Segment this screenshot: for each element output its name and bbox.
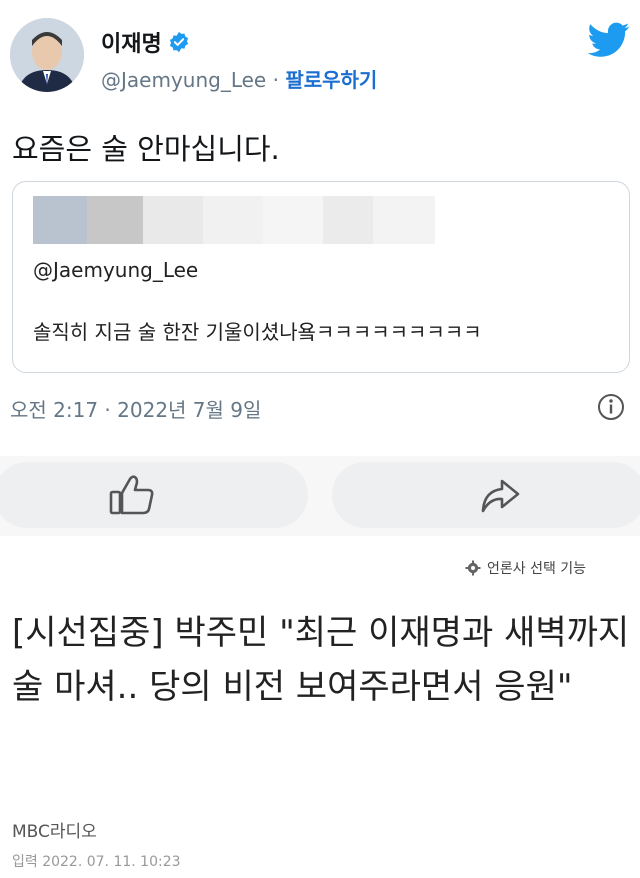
news-published-date: 입력 2022. 07. 11. 10:23 (12, 854, 181, 870)
tweet-timestamp[interactable]: 오전 2:17 · 2022년 7월 9일 (10, 394, 261, 423)
share-arrow-icon (481, 479, 520, 513)
quoted-handle: @Jaemyung_Lee (33, 258, 199, 282)
follow-button[interactable]: 팔로우하기 (285, 68, 377, 92)
author-handle[interactable]: @Jaemyung_Lee (101, 68, 266, 92)
news-headline[interactable]: [시선집중] 박주민 "최근 이재명과 새벽까지 술 마셔.. 당의 비전 보여… (12, 606, 632, 714)
author-avatar[interactable] (10, 18, 84, 92)
quoted-tweet-card[interactable]: @Jaemyung_Lee 솔직히 지금 술 한잔 기울이셨나욬ㅋㅋㅋㅋㅋㅋㅋㅋ… (12, 181, 630, 373)
twitter-bird-icon[interactable] (588, 22, 630, 58)
avatar-image (10, 18, 84, 92)
publisher-choice-link[interactable]: 언론사 선택 기능 (465, 558, 586, 578)
publisher-choice-label: 언론사 선택 기능 (487, 561, 587, 577)
handle-line: @Jaemyung_Lee · 팔로우하기 (101, 64, 377, 93)
blurred-quoted-author (33, 196, 435, 244)
author-name-row: 이재명 (101, 26, 190, 58)
info-icon[interactable] (596, 392, 626, 422)
author-name[interactable]: 이재명 (101, 26, 162, 58)
quoted-text: 솔직히 지금 술 한잔 기울이셨나욬ㅋㅋㅋㅋㅋㅋㅋㅋㅋ (33, 320, 482, 344)
separator-dot: · (272, 68, 279, 92)
tweet-text: 요즘은 술 안마십니다. (12, 132, 280, 166)
gear-icon (465, 560, 481, 576)
news-source[interactable]: MBC라디오 (12, 817, 97, 842)
thumbs-up-icon (109, 475, 154, 515)
verified-badge-icon (169, 31, 188, 53)
